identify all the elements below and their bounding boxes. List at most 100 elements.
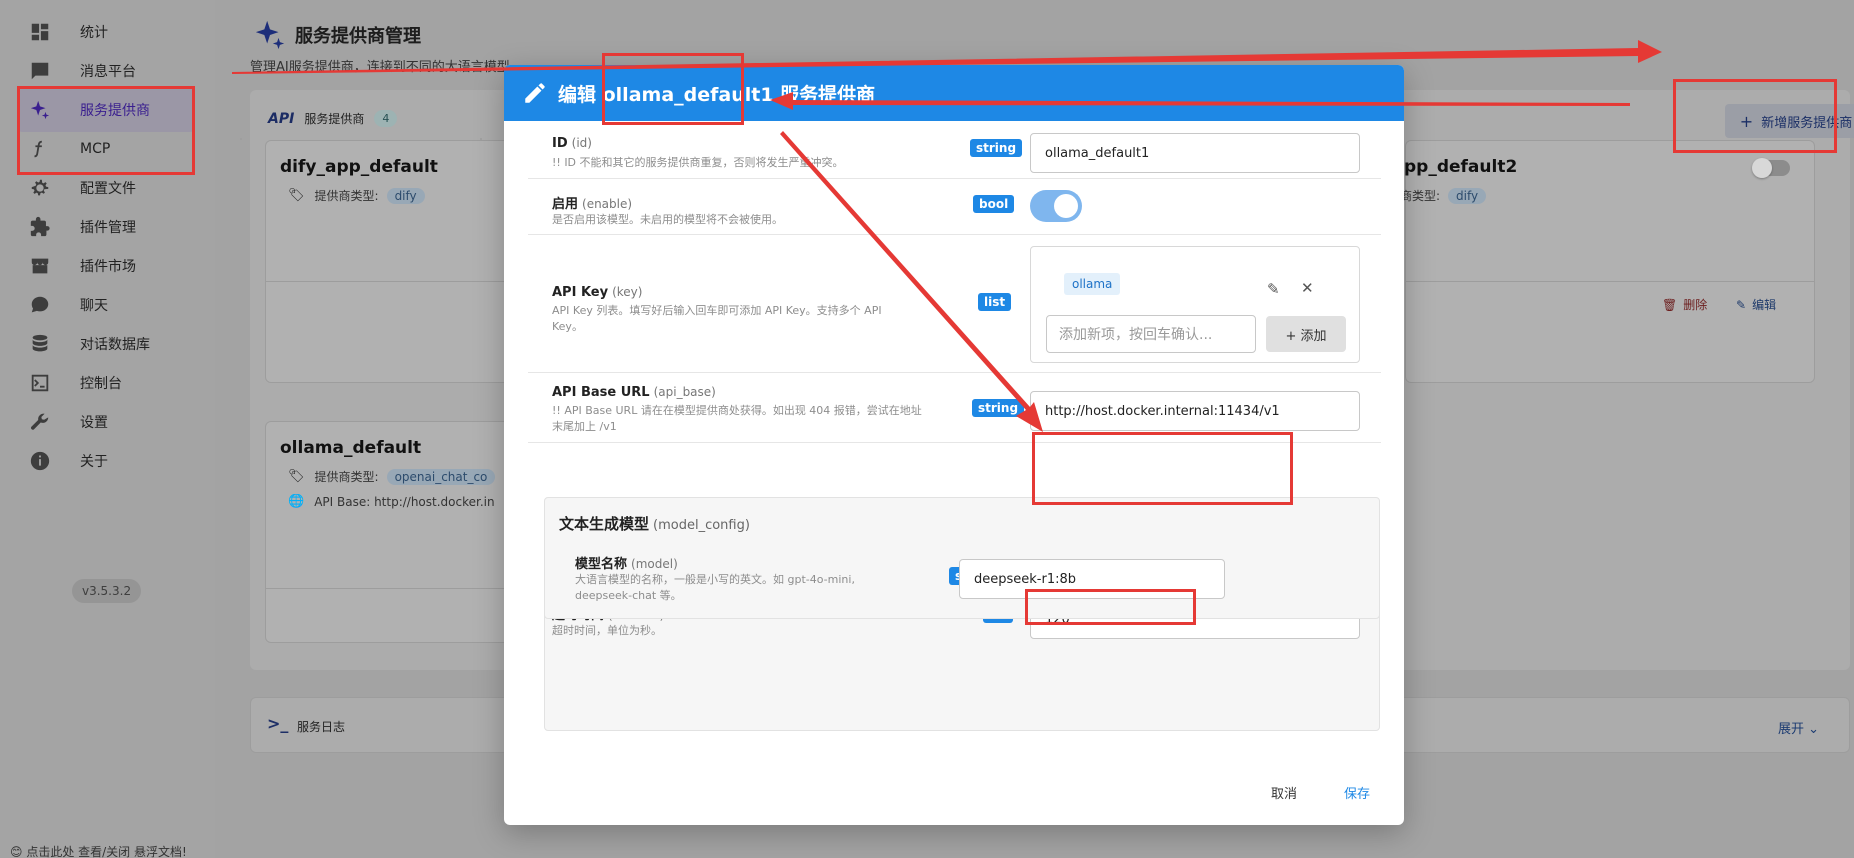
- type-badge: string: [970, 139, 1023, 157]
- database-icon: [28, 332, 52, 356]
- sidebar-item-plugins[interactable]: 插件管理: [18, 205, 194, 249]
- field-description: API Key 列表。填写好后输入回车即可添加 API Key。支持多个 API…: [552, 304, 882, 333]
- card-actions: 🗑 删除 ✎ 编辑: [1406, 281, 1814, 325]
- type-label: 提供商类型:: [314, 189, 379, 203]
- delete-button[interactable]: 🗑 删除: [1662, 296, 1707, 313]
- api-base-text: API Base: http://host.docker.in: [314, 494, 495, 509]
- panel-header: API 服务提供商 4: [268, 110, 398, 127]
- field-label: 启用 (enable): [552, 197, 633, 212]
- sidebar-item-settings[interactable]: 设置: [18, 400, 194, 444]
- sidebar-item-label: 关于: [80, 454, 108, 470]
- model-config-section: 文本生成模型 (model_config) 模型名称 (model) 大语言模型的名…: [544, 497, 1380, 619]
- api-key-list: ollama ✎ ✕ 添加新项，按回车确认... + 添加: [1030, 246, 1360, 363]
- card-title: dify_app_default: [280, 157, 438, 177]
- card-title: pp_default2: [1404, 157, 1518, 177]
- card-actions: [266, 588, 524, 632]
- field-description: !! API Base URL 请在在模型提供商处获得。如出现 404 报错，尝…: [552, 404, 922, 433]
- sidebar-item-chat[interactable]: 聊天: [18, 283, 194, 327]
- type-badge: bool: [973, 195, 1015, 213]
- field-description: 是否启用该模型。未启用的模型将不会被使用。: [552, 213, 783, 226]
- sidebar-item-about[interactable]: 关于: [18, 439, 194, 483]
- sparkle-icon: [255, 20, 285, 50]
- field-row-id: ID (id) !! ID 不能和其它的服务提供商重复，否则将发生严重冲突。 st…: [528, 121, 1381, 179]
- tag-icon: 🏷: [288, 188, 305, 203]
- type-badge: string: [972, 399, 1025, 417]
- terminal-icon: >_: [267, 714, 289, 733]
- floating-doc-tip[interactable]: 😊 点击此处 查看/关闭 悬浮文档!: [10, 843, 187, 858]
- add-key-button[interactable]: + 添加: [1266, 316, 1346, 352]
- type-chip: openai_chat_co: [386, 468, 496, 485]
- delete-label: 删除: [1683, 298, 1708, 312]
- provider-card[interactable]: pp_default2 商类型: dify 🗑 删除 ✎ 编辑: [1400, 140, 1815, 383]
- sidebar-item-label: 设置: [80, 415, 108, 431]
- type-label: 商类型:: [1400, 189, 1441, 203]
- provider-card[interactable]: ollama_default 🏷 提供商类型: openai_chat_co 🌐…: [265, 421, 525, 643]
- card-spacer: [240, 138, 242, 140]
- annotation-box-sidebar: [17, 86, 195, 175]
- card-type-row: 商类型: dify: [1400, 187, 1487, 204]
- page-title-text: 服务提供商管理: [295, 26, 421, 47]
- field-label: ID (id): [552, 136, 592, 151]
- card-api-base-row: 🌐 API Base: http://host.docker.in: [288, 494, 524, 509]
- expand-button[interactable]: 展开 ⌄: [1778, 718, 1819, 737]
- api-key-chip[interactable]: ollama: [1064, 273, 1121, 295]
- gear-icon: [28, 176, 52, 200]
- field-description: 大语言模型的名称，一般是小写的英文。如 gpt-4o-mini, deepsee…: [575, 573, 855, 602]
- version-badge: v3.5.3.2: [72, 579, 142, 603]
- sidebar-item-console[interactable]: 控制台: [18, 361, 194, 405]
- api-base-input[interactable]: http://host.docker.internal:11434/v1: [1030, 391, 1360, 431]
- field-label: API Key (key): [552, 285, 643, 300]
- sidebar-item-label: 插件管理: [80, 220, 136, 236]
- dialog-footer: 取消 保存: [504, 749, 1404, 825]
- dashboard-icon: [28, 20, 52, 44]
- card-actions: [266, 281, 524, 325]
- sidebar-item-label: 统计: [80, 25, 108, 41]
- provider-count-badge: 4: [374, 110, 398, 127]
- api-icon: API: [268, 110, 295, 127]
- sidebar-item-label: 配置文件: [80, 181, 136, 197]
- cancel-button[interactable]: 取消: [1271, 783, 1297, 802]
- annotation-box-title: [602, 53, 744, 125]
- edit-button[interactable]: ✎ 编辑: [1736, 296, 1776, 313]
- sidebar-item-database[interactable]: 对话数据库: [18, 322, 194, 366]
- pencil-icon[interactable]: ✎: [1267, 280, 1280, 298]
- type-chip: dify: [1448, 187, 1487, 204]
- sidebar-item-stats[interactable]: 统计: [18, 10, 194, 54]
- panel-title: 服务提供商: [304, 112, 365, 126]
- field-description: !! ID 不能和其它的服务提供商重复，否则将发生严重冲突。: [552, 156, 844, 169]
- field-label: 模型名称 (model): [575, 557, 678, 572]
- sidebar-item-label: 消息平台: [80, 64, 136, 80]
- model-config-title: 文本生成模型 (model_config): [559, 515, 750, 533]
- sidebar-item-label: 对话数据库: [80, 337, 150, 353]
- sidebar-item-plugin-market[interactable]: 插件市场: [18, 244, 194, 288]
- field-label: API Base URL (api_base): [552, 385, 716, 400]
- message-icon: [28, 59, 52, 83]
- id-input[interactable]: ollama_default1: [1030, 133, 1360, 173]
- page-subtitle: 管理AI服务提供商，连接到不同的大语言模型: [250, 60, 510, 75]
- pencil-icon: ✎: [1736, 297, 1747, 312]
- puzzle-icon: [28, 215, 52, 239]
- save-button[interactable]: 保存: [1344, 783, 1370, 802]
- chat-bubble-icon: [28, 293, 52, 317]
- wrench-icon: [28, 410, 52, 434]
- enable-toggle[interactable]: [1752, 158, 1790, 178]
- close-icon[interactable]: ✕: [1301, 279, 1314, 297]
- api-key-new-input[interactable]: 添加新项，按回车确认...: [1046, 315, 1256, 353]
- provider-card[interactable]: dify_app_default 🏷 提供商类型: dify: [265, 140, 525, 383]
- console-icon: [28, 371, 52, 395]
- info-icon: [28, 449, 52, 473]
- sidebar-item-label: 插件市场: [80, 259, 136, 275]
- annotation-box-add-button: [1673, 79, 1837, 153]
- tag-icon: 🏷: [288, 469, 305, 484]
- expand-label: 展开: [1777, 722, 1804, 737]
- annotation-box-api-base: [1032, 432, 1293, 505]
- card-type-row: 🏷 提供商类型: openai_chat_co: [288, 468, 524, 485]
- type-badge: list: [978, 293, 1012, 311]
- type-chip: dify: [386, 187, 425, 204]
- card-title: ollama_default: [280, 438, 422, 458]
- page-title: 服务提供商管理: [253, 18, 421, 52]
- trash-icon: 🗑: [1662, 297, 1678, 312]
- card-type-row: 🏷 提供商类型: dify: [288, 187, 425, 204]
- enable-switch[interactable]: [1030, 190, 1082, 222]
- globe-icon: 🌐: [288, 494, 305, 509]
